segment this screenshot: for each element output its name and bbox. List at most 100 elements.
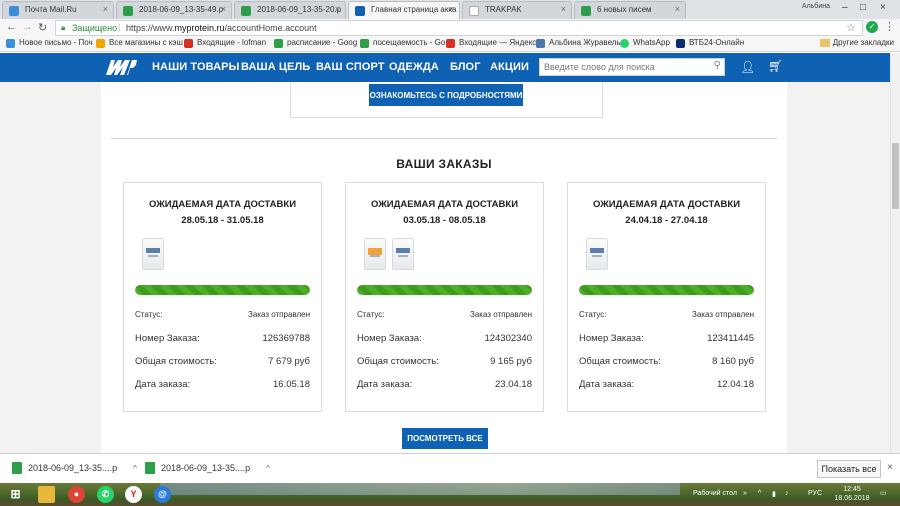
myprotein-logo-icon[interactable] xyxy=(103,56,140,79)
bank-icon xyxy=(676,39,685,48)
total-label: Общая стоимость: xyxy=(357,356,439,367)
nav-sales[interactable]: АКЦИИ xyxy=(490,61,529,73)
search-input[interactable] xyxy=(540,59,700,75)
tab-pdf-1[interactable]: 2018-06-09_13-35-49.p × xyxy=(116,1,232,19)
page-scrollbar[interactable] xyxy=(890,53,900,453)
tab-close-icon[interactable]: × xyxy=(221,4,226,14)
order-card: ОЖИДАЕМАЯ ДАТА ДОСТАВКИ 24.04.18 - 27.04… xyxy=(567,182,766,412)
chevron-up-icon[interactable]: ^ xyxy=(133,464,137,473)
extension-check-icon[interactable]: ✓ xyxy=(866,21,878,33)
tab-close-icon[interactable]: × xyxy=(561,4,566,14)
bookmark-item[interactable]: Все магазины с кэш xyxy=(96,38,183,48)
tab-close-icon[interactable]: × xyxy=(449,4,454,14)
order-number-value: 123411445 xyxy=(707,333,754,344)
chrome-icon[interactable]: ● xyxy=(68,486,85,503)
tab-pdf-2[interactable]: 2018-06-09_13-35-20.p × xyxy=(234,1,346,19)
reload-icon[interactable]: ↻ xyxy=(38,21,47,34)
close-downloads-icon[interactable]: × xyxy=(887,462,893,473)
order-date-value: 12.04.18 xyxy=(717,379,754,390)
tab-mail[interactable]: Почта Mail.Ru × xyxy=(2,1,114,19)
download-item[interactable]: 2018-06-09_13-35....p ^ xyxy=(12,462,137,474)
tab-close-icon[interactable]: × xyxy=(103,4,108,14)
yandex-browser-icon[interactable]: Y xyxy=(125,486,142,503)
browser-user-name[interactable]: Альбина xyxy=(802,3,830,10)
section-divider xyxy=(111,138,777,139)
whatsapp-icon[interactable]: ✆ xyxy=(97,486,114,503)
account-user-icon[interactable]: 👤︎ xyxy=(740,60,755,74)
nav-your-sport[interactable]: ВАШ СПОРТ xyxy=(316,61,385,73)
status-label: Статус: xyxy=(357,310,385,319)
nav-your-goal[interactable]: ВАША ЦЕЛЬ xyxy=(241,61,310,73)
basket-icon[interactable]: 🛒︎ xyxy=(768,59,783,73)
order-date-value: 16.05.18 xyxy=(273,379,310,390)
address-bar: ← → ↻ 🔒︎ Защищено | https://www.myprotei… xyxy=(0,19,900,37)
tray-arrow-icon[interactable]: ^ xyxy=(758,490,761,497)
nav-blog[interactable]: БЛОГ xyxy=(450,61,481,73)
forward-arrow-icon[interactable]: → xyxy=(22,21,33,33)
bookmark-item[interactable]: ВТБ24-Онлайн xyxy=(676,38,744,48)
order-date-label: Дата заказа: xyxy=(135,379,191,390)
network-icon[interactable]: ▮ xyxy=(772,490,776,498)
learn-more-button[interactable]: ОЗНАКОМЬТЕСЬ С ПОДРОБНОСТЯМИ xyxy=(369,84,523,106)
vk-icon xyxy=(536,39,545,48)
myprotein-favicon-icon xyxy=(355,6,365,16)
bookmark-item[interactable]: расписание - Goog xyxy=(274,38,357,48)
show-all-downloads-button[interactable]: Показать все xyxy=(817,460,881,478)
windows-start-icon[interactable]: ⊞ xyxy=(7,486,24,503)
tray-expand-icon[interactable]: » xyxy=(743,490,747,497)
bookmark-item[interactable]: посещаемость - Go xyxy=(360,38,445,48)
downloads-shelf: 2018-06-09_13-35....p ^ 2018-06-09_13-35.… xyxy=(0,453,900,483)
product-pouch-icon[interactable] xyxy=(392,238,414,270)
other-bookmarks[interactable]: Другие закладки xyxy=(819,38,894,47)
maximize-icon[interactable]: □ xyxy=(860,2,866,13)
chevron-up-icon[interactable]: ^ xyxy=(266,464,270,473)
order-number-label: Номер Заказа: xyxy=(135,333,200,344)
product-pouch-icon[interactable] xyxy=(142,238,164,270)
nav-clothing[interactable]: ОДЕЖДА xyxy=(389,61,439,73)
sheets-icon xyxy=(360,39,369,48)
status-label: Статус: xyxy=(135,310,163,319)
tab-close-icon[interactable]: × xyxy=(335,4,340,14)
tab-trakpak[interactable]: TRAKPAK × xyxy=(462,1,572,19)
bookmark-item[interactable]: Альбина Журавель xyxy=(536,38,621,48)
progress-fill xyxy=(579,285,754,295)
sheets-icon xyxy=(274,39,283,48)
file-favicon-icon xyxy=(123,6,133,16)
promo-box: ОЗНАКОМЬТЕСЬ С ПОДРОБНОСТЯМИ xyxy=(290,82,603,118)
cashback-icon xyxy=(96,39,105,48)
download-item[interactable]: 2018-06-09_13-35....p ^ xyxy=(145,462,270,474)
language-indicator[interactable]: РУС xyxy=(808,490,822,497)
nav-our-products[interactable]: НАШИ ТОВАРЫ xyxy=(152,61,239,73)
order-number-value: 126369788 xyxy=(262,333,310,344)
scrollbar-thumb[interactable] xyxy=(892,143,899,209)
gmail-icon xyxy=(184,39,193,48)
minimize-icon[interactable]: – xyxy=(842,2,848,13)
url-separator: | xyxy=(118,22,121,32)
folder-icon xyxy=(819,39,830,47)
file-explorer-icon[interactable] xyxy=(38,486,55,503)
status-value: Заказ отправлен xyxy=(470,310,532,319)
back-arrow-icon[interactable]: ← xyxy=(6,21,17,33)
product-pouch-icon[interactable] xyxy=(586,238,608,270)
search-icon[interactable]: ⚲ xyxy=(714,60,721,71)
system-clock[interactable]: 12:45 18.06.2018 xyxy=(830,485,874,503)
tab-new-mail[interactable]: 6 новых писем × xyxy=(574,1,686,19)
bookmark-star-icon[interactable]: ☆ xyxy=(846,21,856,34)
desktop-toolbar-label[interactable]: Рабочий стол xyxy=(693,490,737,497)
tab-account-home[interactable]: Главная страница акка × xyxy=(348,1,460,19)
view-all-orders-button[interactable]: ПОСМОТРЕТЬ ВСЕ xyxy=(402,428,488,449)
notifications-icon[interactable]: ▭ xyxy=(880,489,887,497)
product-pouch-icon[interactable] xyxy=(364,238,386,270)
browser-menu-icon[interactable]: ⋮ xyxy=(884,20,895,33)
bookmark-item[interactable]: Новое письмо - Поч xyxy=(6,38,93,48)
bookmark-item[interactable]: Входящие - lofman xyxy=(184,38,266,48)
url-input[interactable]: 🔒︎ Защищено | https://www.myprotein.ru/a… xyxy=(55,20,863,36)
mail-agent-icon[interactable]: @ xyxy=(154,486,171,503)
total-value: 8 160 руб xyxy=(712,356,754,367)
volume-icon[interactable]: ♪ xyxy=(785,490,789,497)
tab-title: 2018-06-09_13-35-20.p xyxy=(257,5,342,14)
tab-close-icon[interactable]: × xyxy=(675,4,680,14)
close-window-icon[interactable]: × xyxy=(880,2,886,13)
bookmark-item[interactable]: WhatsApp xyxy=(620,38,670,48)
bookmark-item[interactable]: Входящие — Яндекс xyxy=(446,38,536,48)
